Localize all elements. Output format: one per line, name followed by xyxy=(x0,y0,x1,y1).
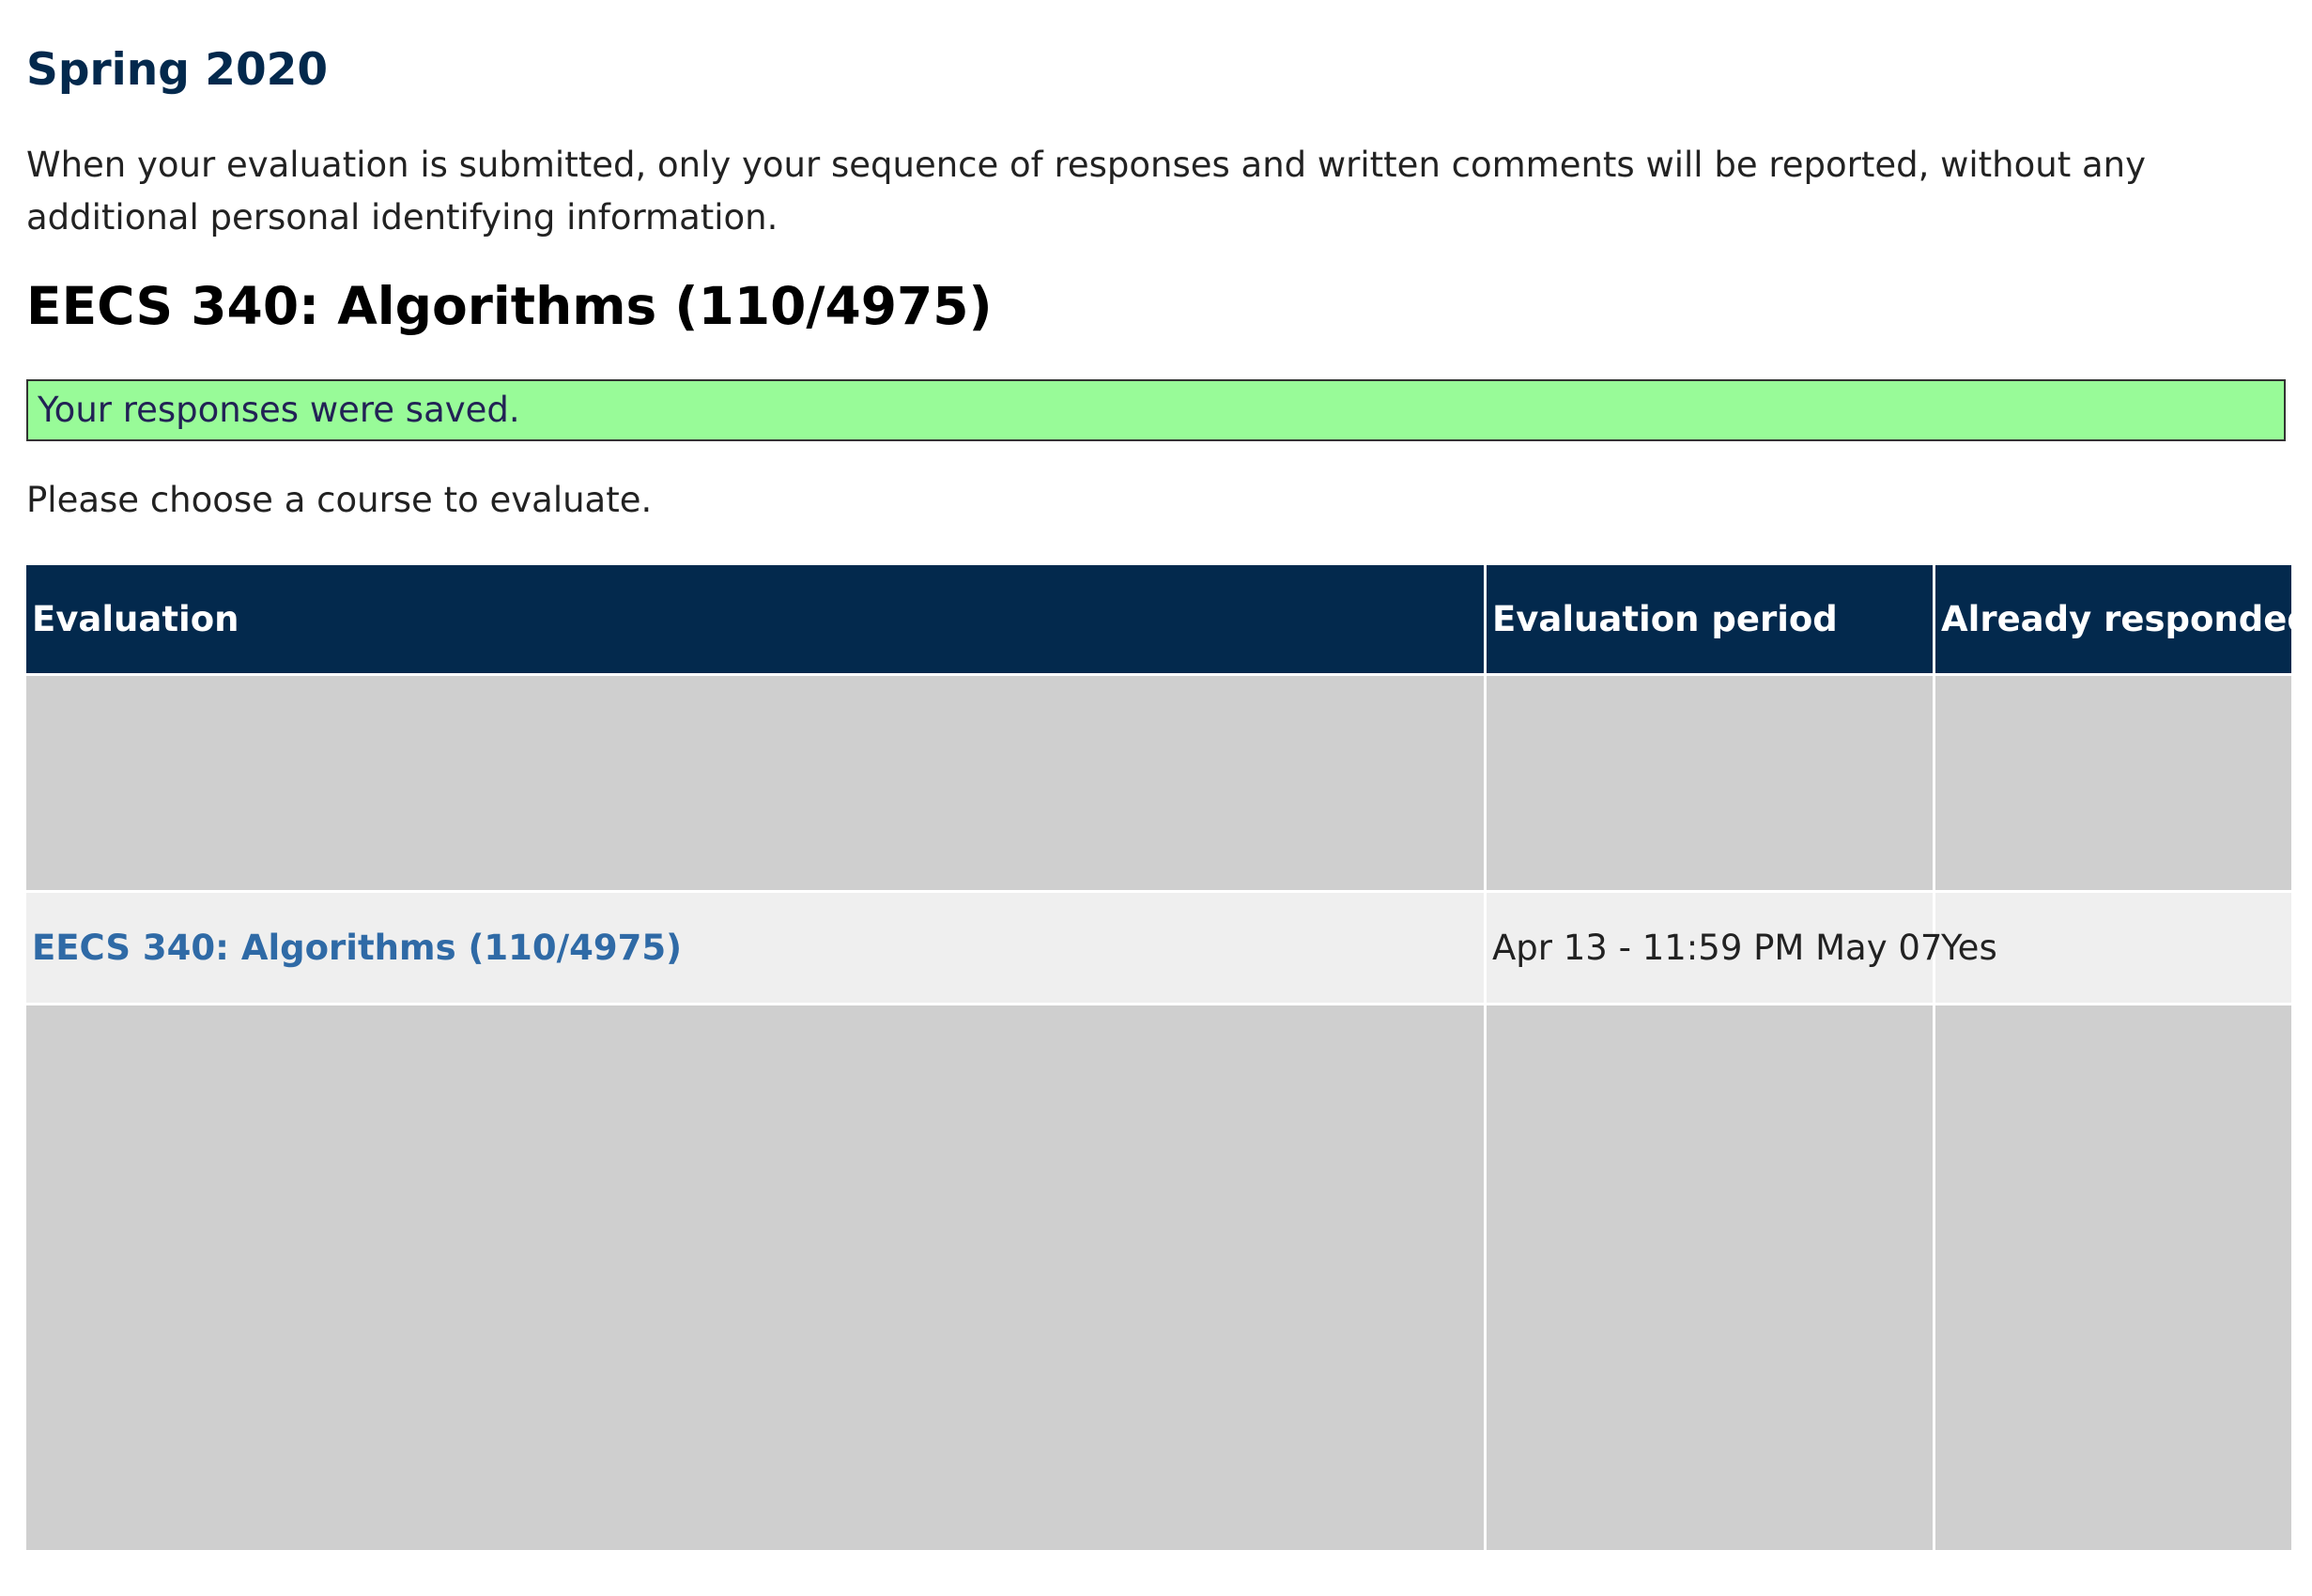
privacy-notice: When your evaluation is submitted, only … xyxy=(26,145,2146,238)
table-header-row: Evaluation Evaluation period Already res… xyxy=(26,565,2312,673)
redacted-cell xyxy=(26,676,1484,890)
redacted-cell xyxy=(26,1005,1484,1550)
course-evaluation-link[interactable]: EECS 340: Algorithms (110/4975) xyxy=(32,928,682,968)
evaluation-period-cell: Apr 13 - 11:59 PM May 07 xyxy=(1487,893,1942,1003)
instruction-text: Please choose a course to evaluate. xyxy=(26,480,653,520)
evaluation-cell: EECS 340: Algorithms (110/4975) xyxy=(26,893,1484,1003)
redacted-cell xyxy=(1487,676,1933,890)
evaluations-table: Evaluation Evaluation period Already res… xyxy=(23,562,2312,1553)
course-title: EECS 340: Algorithms (110/4975) xyxy=(26,276,993,336)
redacted-row xyxy=(26,676,2291,890)
redacted-row xyxy=(26,1005,2291,1550)
redacted-cell xyxy=(1935,1005,2291,1550)
saved-status-banner: Your responses were saved. xyxy=(26,379,2286,441)
redacted-cell xyxy=(1487,1005,1933,1550)
header-already-responded: Already responded? xyxy=(1935,565,2312,673)
already-responded-cell: Yes xyxy=(1935,893,2291,1003)
redacted-cell xyxy=(1935,676,2291,890)
term-title: Spring 2020 xyxy=(26,44,329,96)
table-row: EECS 340: Algorithms (110/4975) Apr 13 -… xyxy=(26,893,2291,1003)
header-evaluation-period: Evaluation period xyxy=(1487,565,1933,673)
header-evaluation: Evaluation xyxy=(26,565,1484,673)
